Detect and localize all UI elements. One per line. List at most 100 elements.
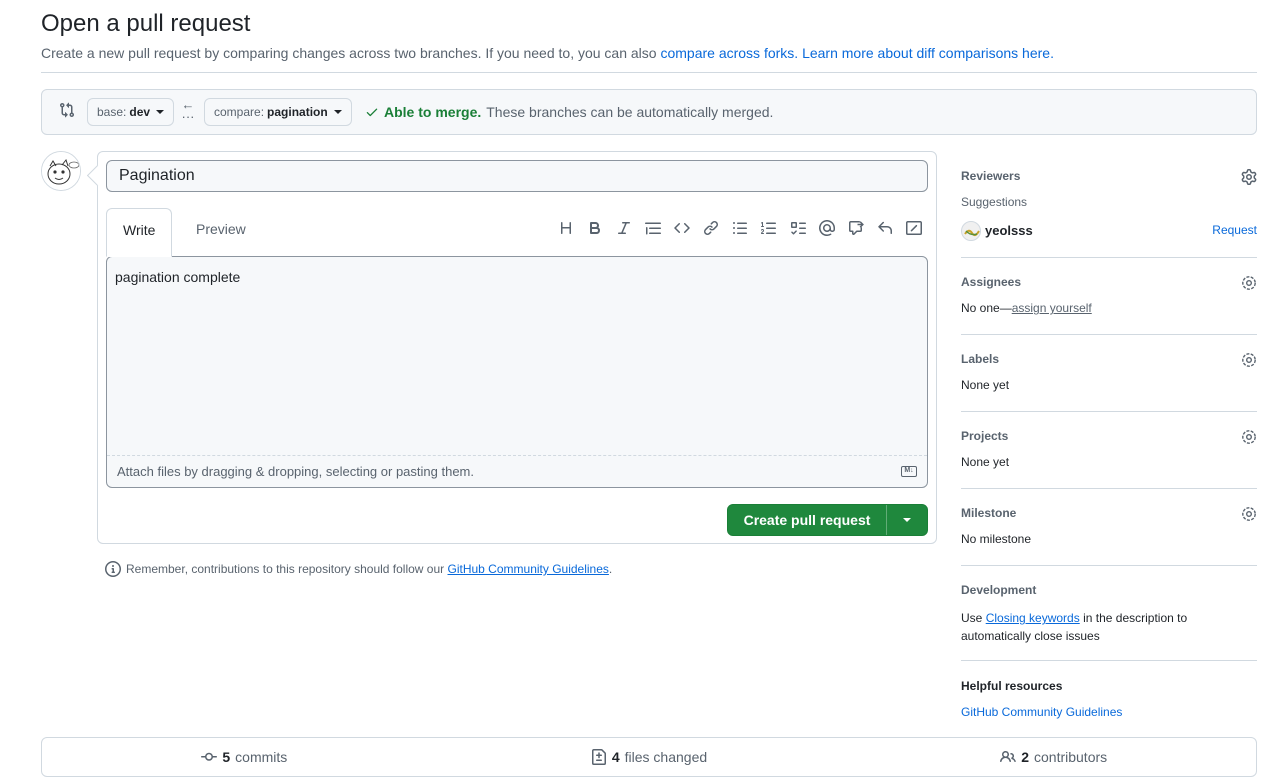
development-title: Development: [961, 583, 1037, 597]
suggestions-label: Suggestions: [961, 195, 1028, 209]
branch-range-bar: base: dev ← ··· compare: pagination Able …: [41, 89, 1257, 135]
compare-value: pagination: [267, 105, 328, 119]
attach-hint: Attach files by dragging & dropping, sel…: [117, 464, 474, 479]
compare-forks-link[interactable]: compare across forks.: [660, 45, 798, 61]
bold-icon[interactable]: [580, 216, 609, 240]
notice-period: .: [608, 562, 613, 576]
bulleted-list-icon[interactable]: [725, 216, 754, 240]
projects-value: None yet: [961, 455, 1010, 469]
assignees-section: Assignees No one—assign yourself: [961, 258, 1257, 335]
request-review-link[interactable]: Request: [1212, 223, 1257, 237]
gear-icon[interactable]: [1241, 275, 1257, 291]
italic-icon[interactable]: [609, 216, 638, 240]
milestone-title[interactable]: Milestone: [961, 506, 1016, 520]
development-text: Use Closing keywords in the description …: [961, 609, 1221, 645]
labels-section: Labels None yet: [961, 335, 1257, 412]
notice-text: Remember, contributions to this reposito…: [126, 562, 445, 576]
merge-status: Able to merge. These branches can be aut…: [365, 104, 773, 120]
merge-status-text: These branches can be automatically merg…: [486, 104, 774, 120]
files-changed-tab[interactable]: 4 files changed: [447, 749, 852, 765]
pull-request-form: Write Preview pagination complete Attach…: [97, 151, 937, 544]
gear-icon[interactable]: [1241, 429, 1257, 445]
labels-value: None yet: [961, 378, 1010, 392]
milestone-section: Milestone No milestone: [961, 489, 1257, 566]
merge-ok-text: Able to merge.: [384, 104, 482, 120]
contributors-label: contributors: [1034, 749, 1108, 765]
assignees-value: No one—assign yourself: [961, 301, 1092, 315]
compare-branch-button[interactable]: compare: pagination: [204, 98, 352, 126]
avatar-illustration-icon: [42, 152, 80, 190]
gear-icon[interactable]: [1241, 352, 1257, 368]
code-icon[interactable]: [667, 216, 696, 240]
title-input[interactable]: [106, 160, 928, 192]
milestone-value: No milestone: [961, 532, 1032, 546]
contribution-notice: Remember, contributions to this reposito…: [105, 561, 612, 577]
projects-title[interactable]: Projects: [961, 429, 1008, 443]
heading-icon[interactable]: [551, 216, 580, 240]
attach-files-area[interactable]: Attach files by dragging & dropping, sel…: [107, 455, 927, 487]
quote-icon[interactable]: [638, 216, 667, 240]
tab-write[interactable]: Write: [106, 208, 173, 257]
avatar[interactable]: [41, 151, 81, 191]
assignees-title[interactable]: Assignees: [961, 275, 1021, 289]
divider: [41, 72, 1257, 73]
tab-preview[interactable]: Preview: [180, 208, 262, 257]
chevron-down-icon: [333, 110, 342, 114]
closing-keywords-link[interactable]: Closing keywords: [986, 611, 1080, 625]
projects-section: Projects None yet: [961, 412, 1257, 489]
subtitle-text: Create a new pull request by comparing c…: [41, 45, 657, 61]
assign-yourself-link[interactable]: assign yourself: [1012, 301, 1092, 315]
create-options-dropdown[interactable]: [886, 505, 927, 535]
mention-icon[interactable]: [812, 216, 841, 240]
reviewers-section: Reviewers Suggestions yeolsss Request: [961, 160, 1257, 258]
markdown-icon[interactable]: M↓: [901, 466, 917, 477]
contributors-count: 2: [1021, 749, 1029, 765]
reply-icon[interactable]: [870, 216, 899, 240]
create-pull-request-button-group: Create pull request: [727, 504, 928, 536]
task-list-icon[interactable]: [783, 216, 812, 240]
labels-title[interactable]: Labels: [961, 352, 999, 366]
development-section: Development Use Closing keywords in the …: [961, 566, 1257, 661]
contributors-tab[interactable]: 2 contributors: [851, 749, 1256, 765]
markdown-toolbar: [551, 216, 928, 240]
file-diff-icon: [591, 749, 606, 765]
body-textarea[interactable]: pagination complete Attach files by drag…: [106, 256, 928, 488]
gear-icon[interactable]: [1241, 506, 1257, 522]
commits-tab[interactable]: 5 commits: [42, 749, 447, 765]
page-title: Open a pull request: [41, 10, 251, 37]
user-avatar-icon: [964, 229, 980, 237]
page-subtitle: Create a new pull request by comparing c…: [41, 45, 1054, 61]
arrow-left-icon: ← ···: [181, 97, 195, 124]
commit-icon: [201, 752, 218, 761]
numbered-list-icon[interactable]: [754, 216, 783, 240]
base-value: dev: [129, 105, 151, 119]
commits-count: 5: [222, 749, 231, 765]
community-guidelines-sidebar-link[interactable]: GitHub Community Guidelines: [961, 705, 1122, 719]
stats-bar: 5 commits 4 files changed 2 contributors: [41, 737, 1257, 777]
commits-label: commits: [235, 749, 288, 765]
body-text: pagination complete: [115, 269, 241, 285]
create-pull-request-button[interactable]: Create pull request: [728, 505, 886, 535]
suggested-reviewer-name[interactable]: yeolsss: [985, 223, 1033, 238]
learn-more-link[interactable]: Learn more about diff comparisons here.: [802, 45, 1054, 61]
community-guidelines-link[interactable]: GitHub Community Guidelines: [448, 562, 609, 576]
link-icon[interactable]: [696, 216, 725, 240]
development-use: Use: [961, 611, 983, 625]
base-label: base:: [97, 105, 127, 119]
reviewers-title[interactable]: Reviewers: [961, 169, 1020, 183]
git-compare-icon: [60, 102, 75, 118]
slash-command-icon[interactable]: [899, 216, 928, 240]
editor-tabs: Write Preview: [106, 208, 928, 257]
avatar: [961, 221, 981, 241]
files-count: 4: [611, 749, 620, 765]
helpful-resources-section: Helpful resources GitHub Community Guide…: [961, 661, 1257, 731]
cross-reference-icon[interactable]: [841, 216, 870, 240]
chevron-down-icon: [156, 110, 165, 114]
people-icon: [1000, 750, 1017, 763]
triangle-down-icon: [903, 518, 911, 522]
compare-label: compare:: [214, 105, 265, 119]
sidebar: Reviewers Suggestions yeolsss Request As…: [961, 160, 1257, 731]
base-branch-button[interactable]: base: dev: [87, 98, 175, 126]
info-icon: [105, 561, 121, 577]
gear-icon[interactable]: [1241, 169, 1257, 185]
